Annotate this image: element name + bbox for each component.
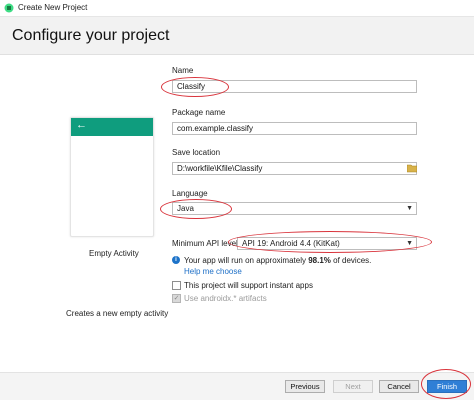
- template-description: Creates a new empty activity: [66, 309, 169, 318]
- cancel-button[interactable]: Cancel: [379, 380, 419, 393]
- androidx-checkbox[interactable]: ✓: [172, 294, 181, 303]
- preview-app-bar: ←: [71, 118, 153, 136]
- name-field[interactable]: Classify: [172, 80, 417, 93]
- min-api-label: Minimum API level: [172, 239, 238, 248]
- help-me-choose-link[interactable]: Help me choose: [184, 267, 242, 276]
- min-api-value: API 19: Android 4.4 (KitKat): [242, 239, 340, 248]
- instant-apps-checkbox[interactable]: [172, 281, 181, 290]
- next-button[interactable]: Next: [333, 380, 373, 393]
- android-studio-icon: [4, 3, 14, 13]
- finish-button[interactable]: Finish: [427, 380, 467, 393]
- folder-icon[interactable]: [407, 163, 417, 173]
- template-name: Empty Activity: [89, 249, 139, 258]
- save-location-label: Save location: [172, 148, 221, 157]
- language-value: Java: [177, 204, 194, 213]
- language-label: Language: [172, 189, 208, 198]
- chevron-down-icon: ▼: [406, 205, 413, 212]
- save-location-field[interactable]: D:\workfile\Kfile\Classify: [172, 162, 417, 175]
- window-title: Create New Project: [18, 3, 88, 12]
- package-name-field[interactable]: com.example.classify: [172, 122, 417, 135]
- page-header: Configure your project: [0, 17, 474, 55]
- info-icon: i: [172, 256, 180, 264]
- previous-button[interactable]: Previous: [285, 380, 325, 393]
- min-api-dropdown[interactable]: API 19: Android 4.4 (KitKat) ▼: [237, 237, 417, 250]
- instant-apps-label: This project will support instant apps: [184, 281, 313, 290]
- package-label: Package name: [172, 108, 226, 117]
- androidx-label: Use androidx.* artifacts: [184, 294, 267, 303]
- device-coverage-info: Your app will run on approximately 98.1%…: [184, 256, 372, 265]
- template-preview: ←: [70, 117, 154, 237]
- page-title: Configure your project: [12, 27, 170, 44]
- language-dropdown[interactable]: Java ▼: [172, 202, 417, 215]
- window-titlebar: Create New Project: [0, 0, 474, 17]
- name-label: Name: [172, 66, 194, 75]
- chevron-down-icon: ▼: [406, 240, 413, 247]
- arrow-left-icon: ←: [76, 119, 87, 131]
